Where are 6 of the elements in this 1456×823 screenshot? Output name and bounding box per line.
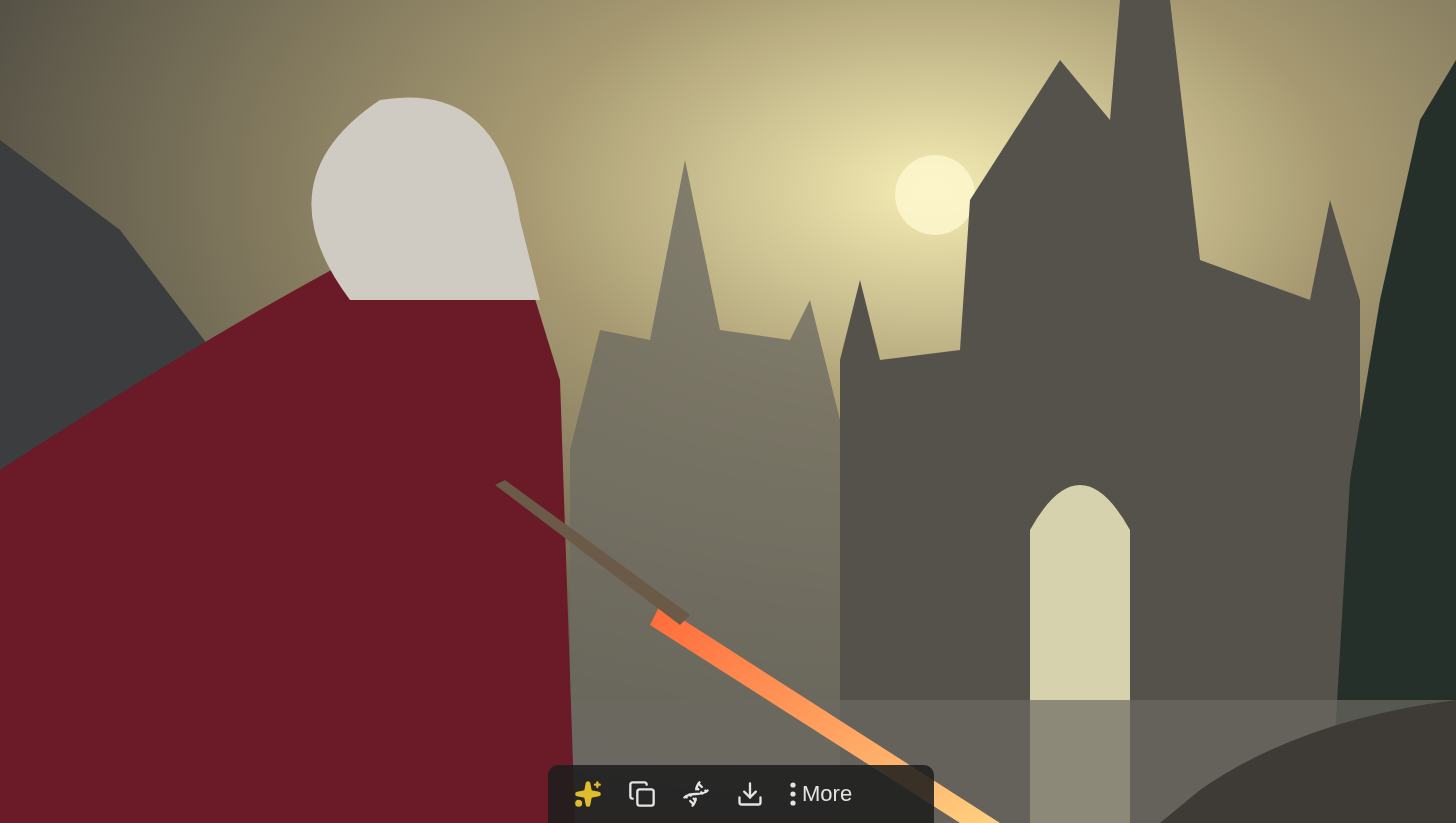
more-icon: [790, 782, 796, 806]
more-button[interactable]: More: [784, 777, 859, 811]
sparkles-icon: [574, 780, 602, 808]
download-icon: [736, 780, 764, 808]
dna-icon: [682, 780, 710, 808]
copy-icon: [628, 780, 656, 808]
